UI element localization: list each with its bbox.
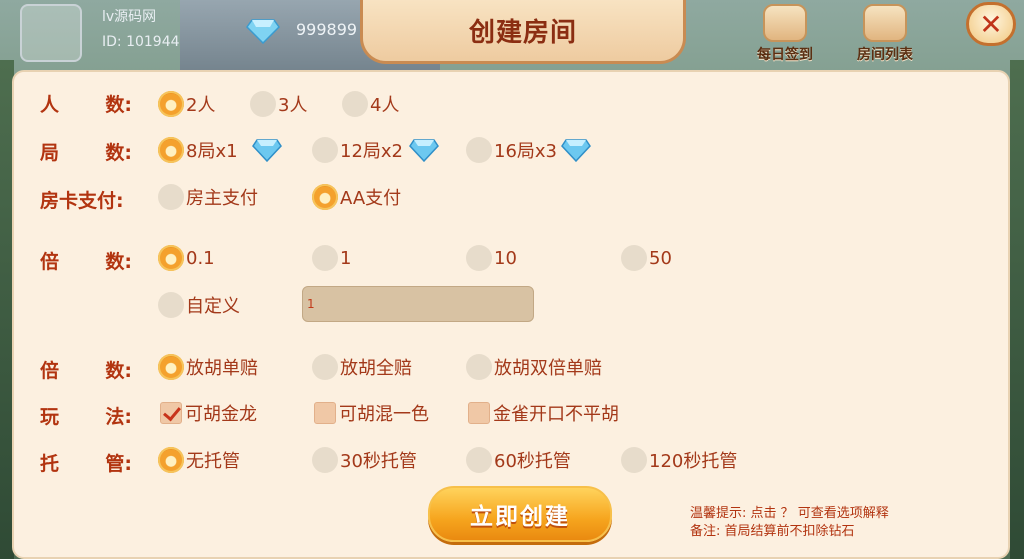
checkbox-checked-icon — [160, 402, 182, 424]
gift-icon — [863, 4, 907, 42]
rule-option-mixed-suit[interactable]: 可胡混一色 — [314, 397, 429, 429]
room-list-button[interactable]: 房间列表 — [850, 4, 920, 64]
room-list-label: 房间列表 — [857, 47, 913, 63]
checkbox-icon — [468, 402, 490, 424]
create-room-button[interactable]: 立即创建 — [428, 486, 612, 542]
rounds-option-8[interactable]: 8局x1 — [158, 134, 282, 166]
calendar-icon — [763, 4, 807, 42]
radio-icon — [250, 91, 276, 117]
radio-selected-icon — [158, 91, 184, 117]
radio-icon — [621, 245, 647, 271]
radio-icon — [466, 245, 492, 271]
rounds-option-16[interactable]: 16局x3 — [466, 134, 591, 166]
radio-icon — [158, 292, 184, 318]
close-icon: ✕ — [979, 7, 1003, 41]
radio-icon — [158, 184, 184, 210]
radio-selected-icon — [158, 354, 184, 380]
payout-option-full[interactable]: 放胡全赔 — [312, 351, 412, 383]
multiplier-option-custom[interactable]: 自定义 — [158, 289, 240, 321]
payout-option-single[interactable]: 放胡单赔 — [158, 351, 258, 383]
background-right-edge — [1010, 60, 1024, 559]
players-label: 人数: — [40, 94, 132, 116]
rounds-label: 局数: — [40, 142, 132, 164]
radio-icon — [466, 137, 492, 163]
diamond-icon — [251, 139, 282, 162]
daily-checkin-label: 每日签到 — [757, 47, 813, 63]
payout-label: 倍数: — [40, 360, 132, 382]
auto-option-60s[interactable]: 60秒托管 — [466, 444, 571, 476]
page-title-banner: 创建房间 — [360, 0, 686, 64]
multiplier-option-50[interactable]: 50 — [621, 242, 672, 274]
radio-icon — [312, 245, 338, 271]
players-option-4[interactable]: 4人 — [342, 88, 399, 120]
auto-option-30s[interactable]: 30秒托管 — [312, 444, 417, 476]
radio-icon — [342, 91, 368, 117]
diamond-icon — [561, 139, 591, 162]
diamond-icon — [409, 139, 439, 162]
radio-icon — [312, 447, 338, 473]
multiplier-label: 倍数: — [40, 251, 132, 273]
daily-checkin-button[interactable]: 每日签到 — [750, 4, 820, 64]
multiplier-option-1[interactable]: 1 — [312, 242, 351, 274]
rule-option-golden-dragon[interactable]: 可胡金龙 — [160, 397, 257, 429]
rules-label: 玩法: — [40, 406, 132, 428]
payout-option-double[interactable]: 放胡双倍单赔 — [466, 351, 602, 383]
radio-icon — [466, 354, 492, 380]
players-option-2[interactable]: 2人 — [158, 88, 215, 120]
radio-icon — [466, 447, 492, 473]
payment-option-aa[interactable]: AA支付 — [312, 181, 401, 213]
radio-icon — [312, 354, 338, 380]
close-button[interactable]: ✕ — [966, 2, 1016, 46]
rounds-option-12[interactable]: 12局x2 — [312, 134, 439, 166]
create-room-label: 立即创建 — [470, 504, 570, 530]
auto-play-label: 托管: — [40, 453, 132, 475]
radio-selected-icon — [312, 184, 338, 210]
diamond-count: 999899 — [296, 20, 358, 39]
multiplier-option-0-1[interactable]: 0.1 — [158, 242, 215, 274]
page-title: 创建房间 — [468, 18, 577, 48]
radio-selected-icon — [158, 245, 184, 271]
radio-icon — [312, 137, 338, 163]
players-option-3[interactable]: 3人 — [250, 88, 307, 120]
diamond-icon — [246, 19, 280, 44]
avatar[interactable] — [20, 4, 82, 62]
multiplier-option-10[interactable]: 10 — [466, 242, 517, 274]
rule-option-golden-sparrow[interactable]: 金雀开口不平胡 — [468, 397, 619, 429]
radio-selected-icon — [158, 447, 184, 473]
auto-option-120s[interactable]: 120秒托管 — [621, 444, 737, 476]
payment-option-host[interactable]: 房主支付 — [158, 181, 258, 213]
radio-selected-icon — [158, 137, 184, 163]
username: lv源码网 — [102, 9, 157, 25]
tip-text: 温馨提示: 点击 ？ 可查看选项解释 — [690, 506, 889, 521]
note-text: 备注: 首局结算前不扣除钻石 — [690, 524, 855, 539]
checkbox-icon — [314, 402, 336, 424]
custom-multiplier-input[interactable]: 1 — [302, 286, 534, 322]
auto-option-none[interactable]: 无托管 — [158, 444, 240, 476]
radio-icon — [621, 447, 647, 473]
payment-label: 房卡支付: — [40, 190, 124, 212]
user-id: ID: 101944 — [102, 34, 180, 50]
